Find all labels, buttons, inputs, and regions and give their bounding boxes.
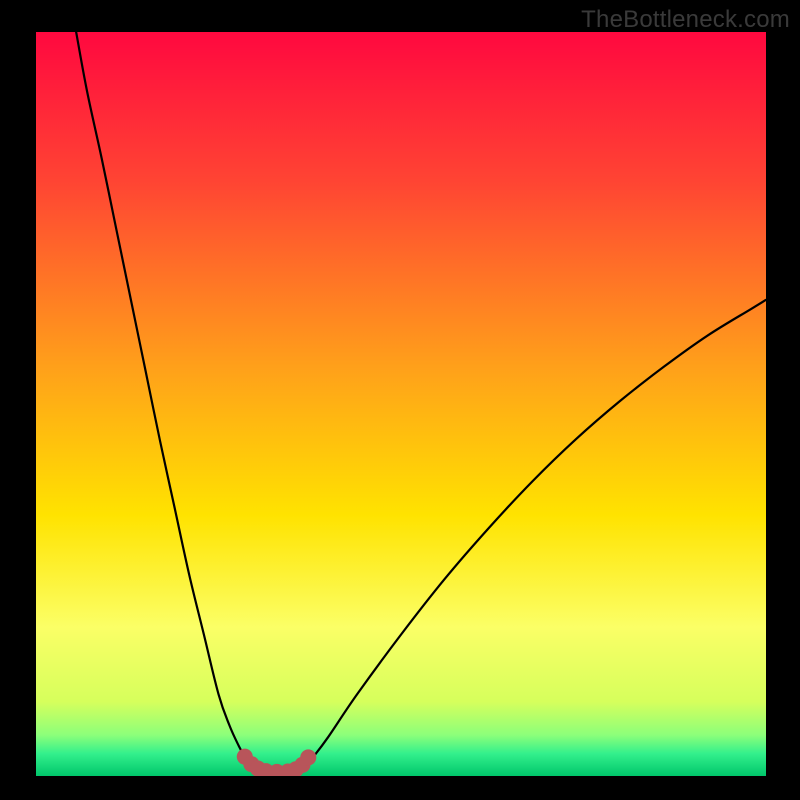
- bottleneck-chart: [36, 32, 766, 776]
- plot-frame: [36, 32, 766, 776]
- gradient-background: [36, 32, 766, 776]
- chart-root: TheBottleneck.com: [0, 0, 800, 800]
- valley-marker-8: [300, 749, 316, 765]
- watermark-text: TheBottleneck.com: [581, 6, 790, 34]
